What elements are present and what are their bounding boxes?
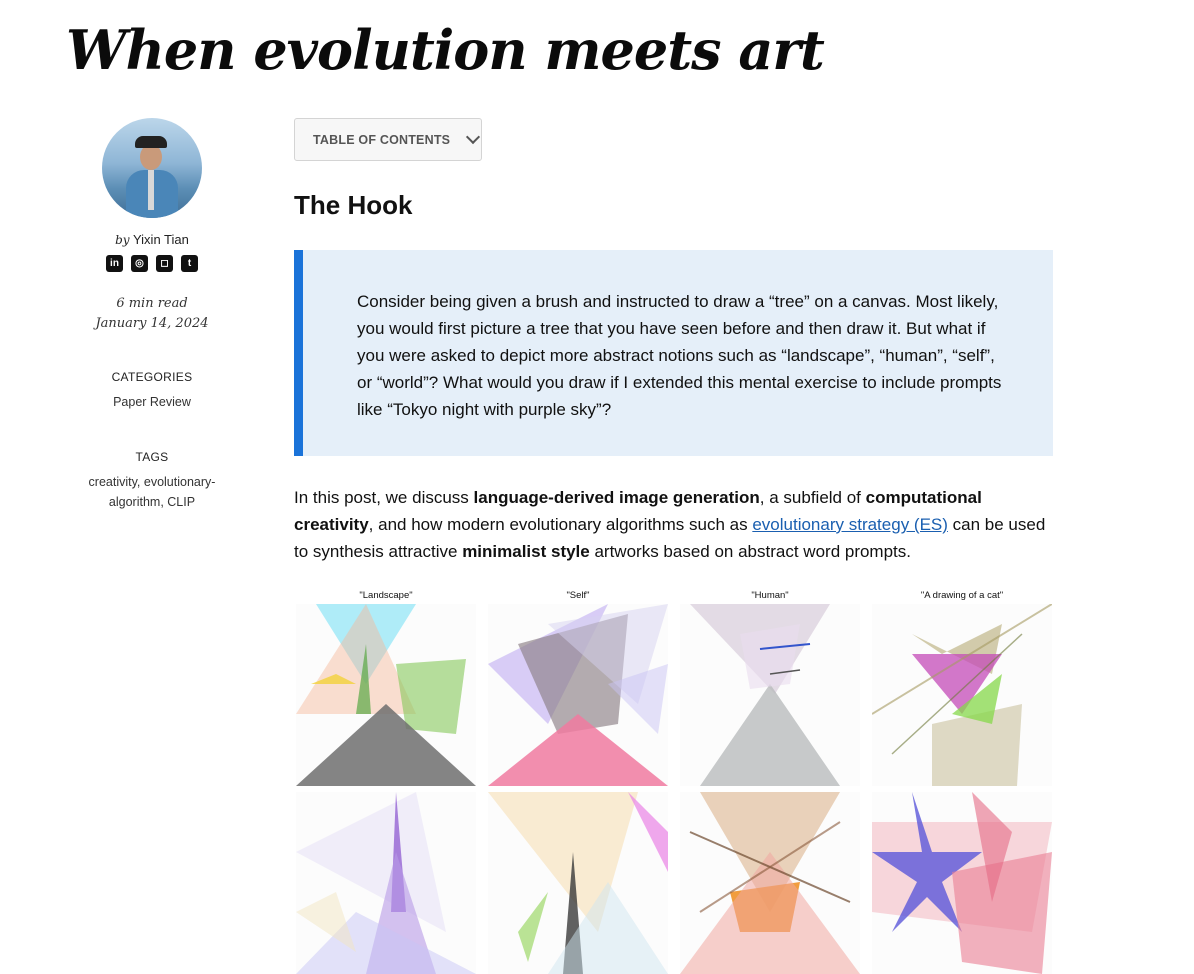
- instagram-icon[interactable]: ◻: [156, 255, 173, 272]
- artwork-caption: "Landscape": [359, 590, 413, 601]
- intro-bold: language-derived image generation: [473, 488, 760, 507]
- read-time: 6 min read: [116, 296, 188, 311]
- author-byline: by Yixin Tian: [62, 232, 242, 247]
- intro-text: In this post, we discuss: [294, 488, 474, 507]
- es-link[interactable]: evolutionary strategy (ES): [752, 515, 948, 534]
- toc-label: TABLE OF CONTENTS: [313, 132, 451, 147]
- avatar: [102, 118, 202, 218]
- callout-quote: Consider being given a brush and instruc…: [294, 250, 1053, 456]
- social-links: in ◎ ◻ t: [62, 255, 242, 272]
- table-of-contents-toggle[interactable]: TABLE OF CONTENTS: [294, 118, 482, 161]
- artwork-caption: "A drawing of a cat": [920, 590, 1004, 601]
- artwork-self: [488, 604, 668, 786]
- page-title: When evolution meets art: [66, 18, 825, 82]
- post-date: January 14, 2024: [95, 316, 209, 331]
- callout-text: Consider being given a brush and instruc…: [357, 292, 1002, 419]
- section-heading: The Hook: [294, 190, 413, 220]
- post-meta: 6 min read January 14, 2024: [62, 294, 242, 334]
- artwork-human: [680, 604, 860, 786]
- categories-heading: CATEGORIES: [111, 370, 193, 384]
- author-name: Yixin Tian: [132, 232, 189, 247]
- tags-line[interactable]: creativity, evolutionary-: [62, 472, 242, 492]
- author-sidebar: by Yixin Tian in ◎ ◻ t 6 min read Januar…: [62, 118, 242, 512]
- intro-bold: minimalist style: [462, 542, 590, 561]
- artwork-caption: "Self": [566, 590, 590, 601]
- by-label: by: [115, 233, 130, 247]
- intro-paragraph: In this post, we discuss language-derive…: [294, 484, 1054, 565]
- twitter-icon[interactable]: t: [181, 255, 198, 272]
- artwork-cat: [872, 604, 1052, 786]
- category-link[interactable]: Paper Review: [62, 392, 242, 412]
- intro-text: , a subfield of: [759, 488, 866, 507]
- github-icon[interactable]: ◎: [131, 255, 148, 272]
- tags-heading: TAGS: [135, 450, 169, 464]
- artwork-landscape: [296, 604, 476, 786]
- intro-text: , and how modern evolutionary algorithms…: [368, 515, 753, 534]
- artwork-caption: "Human": [751, 590, 789, 601]
- tags-list[interactable]: creativity, evolutionary- algorithm, CLI…: [62, 472, 242, 512]
- chevron-down-icon: [466, 129, 481, 145]
- tags-line[interactable]: algorithm, CLIP: [62, 492, 242, 512]
- linkedin-icon[interactable]: in: [106, 255, 123, 272]
- intro-text: artworks based on abstract word prompts.: [589, 542, 911, 561]
